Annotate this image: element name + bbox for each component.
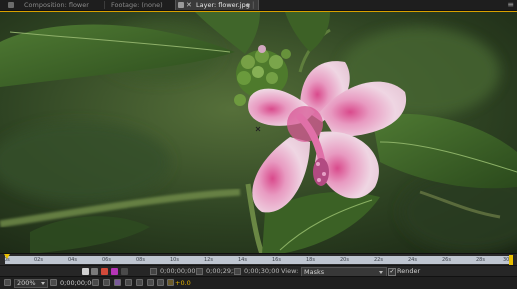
tab-layer-label: Layer: flower.jpg [196, 1, 250, 9]
transparency-grid-icon[interactable] [136, 279, 143, 286]
zoom-dropdown[interactable]: 200% [14, 279, 48, 288]
region-of-interest-icon[interactable] [125, 279, 132, 286]
pin-icon[interactable] [82, 268, 89, 275]
view-dropdown-value: Masks [304, 268, 325, 276]
show-snapshot-icon[interactable] [103, 279, 110, 286]
close-icon[interactable]: ✕ [186, 0, 192, 10]
ruler-tick-label: 20s [340, 257, 349, 263]
composition-icon [8, 2, 14, 8]
tab-composition[interactable]: Composition: flower [0, 0, 105, 10]
ruler-tick-label: 02s [34, 257, 43, 263]
mask-icon[interactable] [91, 268, 98, 275]
ruler-tick-label: 28s [476, 257, 485, 263]
layer-viewer[interactable] [0, 11, 517, 254]
ruler-tick-label: 26s [442, 257, 451, 263]
in-point-icon[interactable] [150, 268, 157, 275]
ruler-tick-label: 08s [136, 257, 145, 263]
ruler-tick-label: 24s [408, 257, 417, 263]
ruler-tick-label: 06s [102, 257, 111, 263]
fast-previews-icon[interactable] [157, 279, 164, 286]
safe-zones-icon[interactable] [50, 279, 57, 286]
snapshot-icon[interactable] [92, 279, 99, 286]
ruler-tick-label: 12s [204, 257, 213, 263]
chevron-down-icon [41, 282, 45, 285]
ruler-tick-label: 18s [306, 257, 315, 263]
tab-footage-label: Footage: (none) [111, 1, 163, 9]
tab-layer[interactable]: ✕ Layer: flower.jpg | [175, 0, 259, 10]
ruler-tick-label: 22s [374, 257, 383, 263]
time-ruler-bar[interactable]: 0s 02s 04s 06s 08s 10s 12s 14s 16s 18s 2… [4, 256, 512, 264]
current-time-indicator[interactable] [4, 254, 10, 259]
panel-tab-bar: Composition: flower Footage: (none) ✕ La… [0, 0, 517, 11]
out-point-handle[interactable] [509, 255, 513, 265]
exposure-value[interactable]: +0.0 [175, 279, 191, 287]
lock-icon[interactable] [178, 2, 184, 8]
chevron-down-icon [379, 271, 383, 274]
ruler-tick-label: 14s [238, 257, 247, 263]
viewer-toolbar: 200% 0;00;00;00 +0.0 [0, 276, 517, 289]
channel-icon[interactable] [114, 279, 121, 286]
exposure-reset-icon[interactable] [167, 279, 174, 286]
color-swatch-icon[interactable] [111, 268, 118, 275]
render-label: Render [397, 267, 421, 275]
ruler-tick-label: 04s [68, 257, 77, 263]
view-options-icon[interactable] [147, 279, 154, 286]
duration-icon [234, 268, 241, 275]
ruler-tick-label: 16s [272, 257, 281, 263]
tab-separator-icon: | [252, 1, 255, 9]
shape-icon[interactable] [101, 268, 108, 275]
current-time-display[interactable]: 0;00;00;00 [60, 279, 96, 287]
zoom-value: 200% [17, 279, 36, 287]
view-label: View: [281, 267, 299, 275]
more-icon[interactable] [121, 268, 128, 275]
ruler-tick-label: 10s [170, 257, 179, 263]
chevron-down-icon[interactable] [246, 4, 250, 7]
layer-panel: Composition: flower Footage: (none) ✕ La… [0, 0, 517, 289]
flower-image [0, 12, 517, 254]
render-checkbox[interactable]: ✓ [388, 268, 396, 276]
panel-menu-icon[interactable]: ≡ [507, 1, 514, 9]
tab-composition-label: Composition: flower [24, 1, 89, 9]
tab-footage[interactable]: Footage: (none) [105, 0, 175, 10]
duration-time[interactable]: 0;00;30;00 [244, 267, 280, 276]
in-point-time[interactable]: 0;00;00;00 [160, 267, 196, 276]
always-preview-icon[interactable] [4, 279, 11, 286]
out-point-icon[interactable] [196, 268, 203, 275]
